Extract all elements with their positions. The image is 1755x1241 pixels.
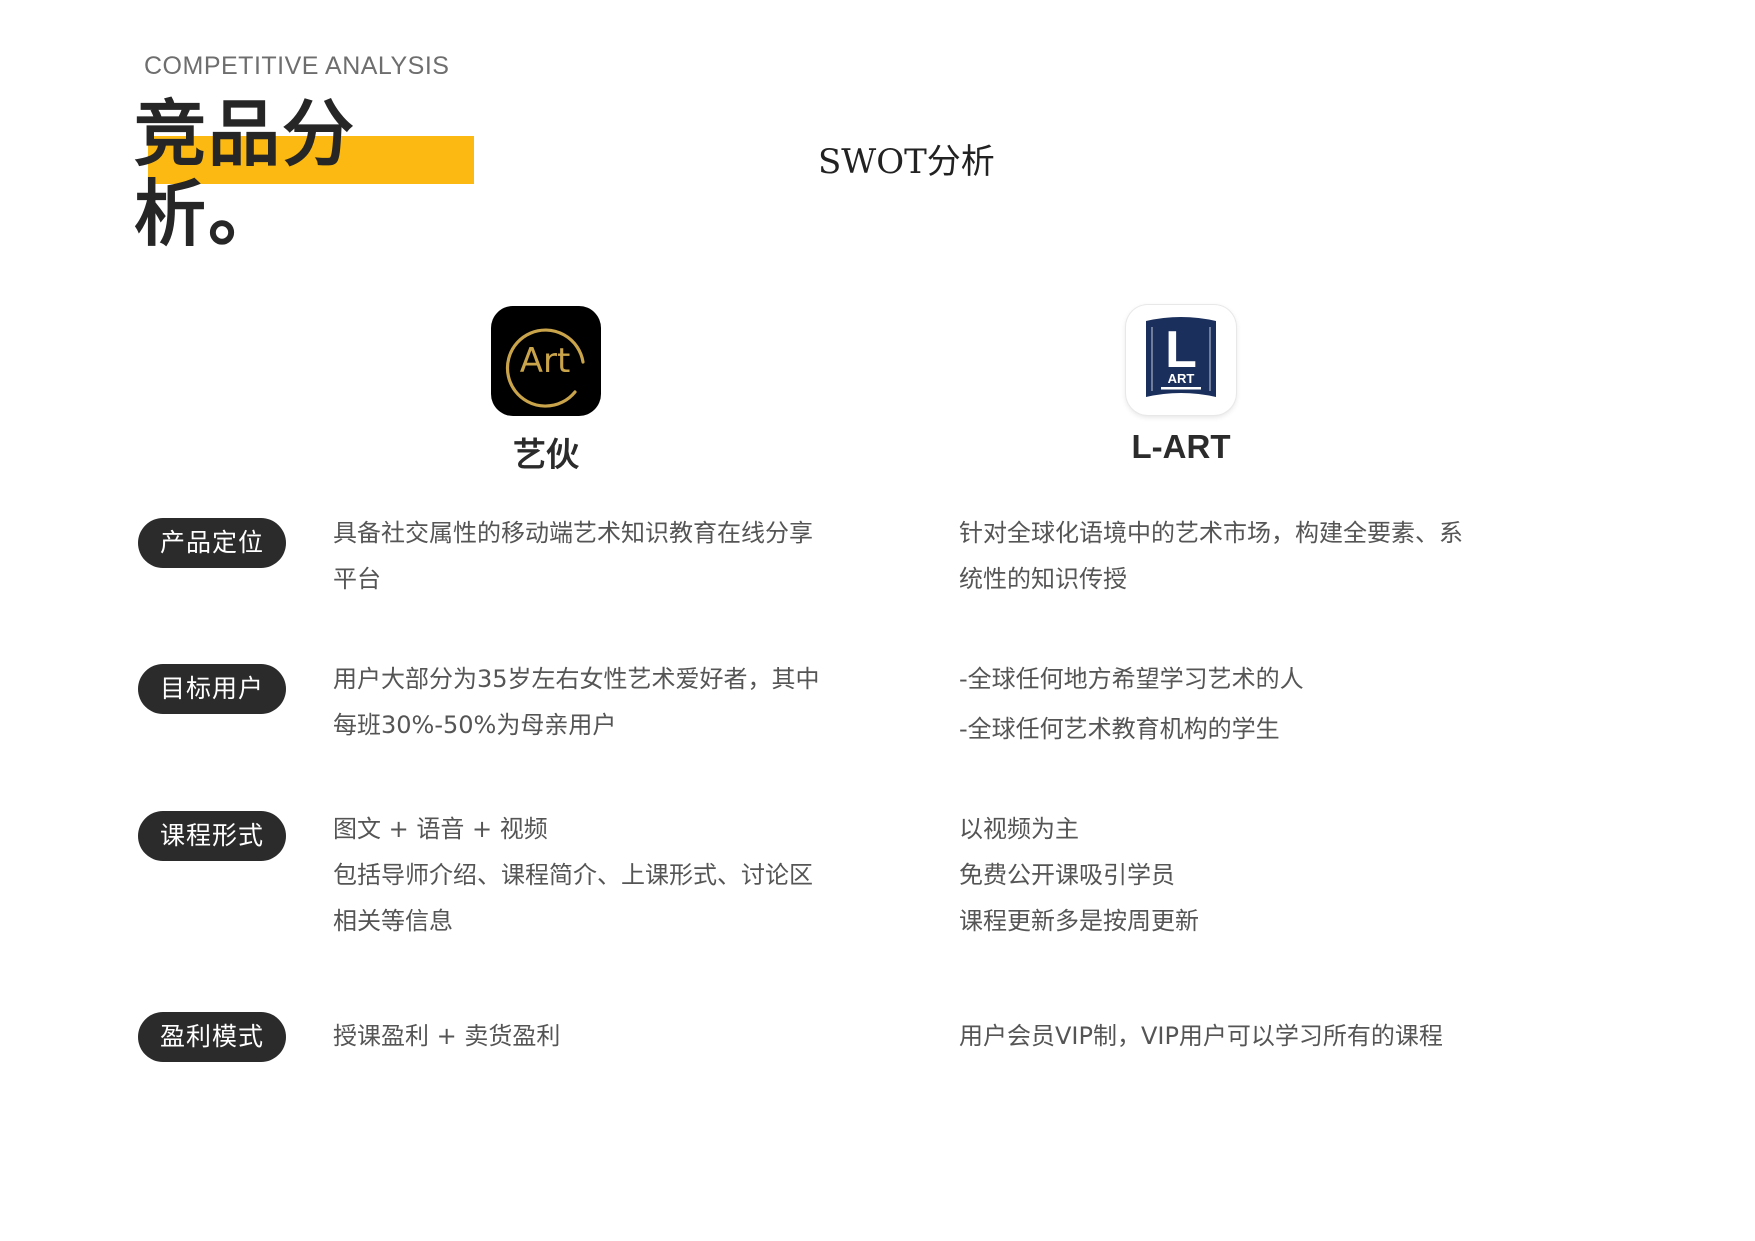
text-line: 每班30%-50%为母亲用户 (333, 711, 617, 739)
text-line: 针对全球化语境中的艺术市场，构建全要素、系 (959, 519, 1463, 547)
page-subtitle: SWOT分析 (818, 142, 995, 182)
row-label-course-format: 课程形式 (138, 811, 286, 861)
page-title-block: 竞品分析。 (134, 94, 494, 254)
text-line: -全球任何艺术教育机构的学生 (959, 715, 1280, 743)
row-label-positioning: 产品定位 (138, 518, 286, 568)
revenue-model-yihuo: 授课盈利 + 卖货盈利 (333, 1013, 873, 1059)
target-users-lart: -全球任何地方希望学习艺术的人 -全球任何艺术教育机构的学生 (959, 656, 1559, 752)
text-line: 免费公开课吸引学员 (959, 861, 1175, 889)
positioning-yihuo: 具备社交属性的移动端艺术知识教育在线分享 平台 (333, 510, 873, 602)
text-line: 以视频为主 (959, 815, 1079, 843)
positioning-lart: 针对全球化语境中的艺术市场，构建全要素、系 统性的知识传授 (959, 510, 1559, 602)
text-line: 包括导师介绍、课程简介、上课形式、讨论区 (333, 861, 813, 889)
lart-book-logo-icon: L ART (1126, 305, 1236, 415)
page-title: 竞品分析。 (134, 92, 357, 256)
app-name-yihuo: 艺伙 (513, 435, 579, 474)
text-line: 具备社交属性的移动端艺术知识教育在线分享 (333, 519, 813, 547)
text-line: 课程更新多是按周更新 (959, 907, 1199, 935)
course-format-lart: 以视频为主 免费公开课吸引学员 课程更新多是按周更新 (959, 806, 1559, 944)
app-name-lart: L-ART (1131, 428, 1231, 465)
target-users-yihuo: 用户大部分为35岁左右女性艺术爱好者，其中 每班30%-50%为母亲用户 (333, 656, 873, 748)
text-line: 授课盈利 + 卖货盈利 (333, 1022, 561, 1050)
text-line: 平台 (333, 565, 381, 593)
text-line: -全球任何地方希望学习艺术的人 (959, 665, 1304, 693)
svg-text:ART: ART (1168, 371, 1195, 386)
text-line: 图文 + 语音 + 视频 (333, 815, 548, 843)
text-line: 统性的知识传授 (959, 565, 1127, 593)
revenue-model-lart: 用户会员VIP制，VIP用户可以学习所有的课程 (959, 1013, 1559, 1059)
section-eyebrow: COMPETITIVE ANALYSIS (144, 52, 450, 80)
text-line: 用户会员VIP制，VIP用户可以学习所有的课程 (959, 1022, 1443, 1050)
art-logo-icon: Art (491, 306, 601, 416)
text-line: 相关等信息 (333, 907, 453, 935)
row-label-revenue-model: 盈利模式 (138, 1012, 286, 1062)
row-label-target-users: 目标用户 (138, 664, 286, 714)
svg-text:Art: Art (520, 341, 571, 381)
course-format-yihuo: 图文 + 语音 + 视频 包括导师介绍、课程简介、上课形式、讨论区 相关等信息 (333, 806, 873, 944)
text-line: 用户大部分为35岁左右女性艺术爱好者，其中 (333, 665, 820, 693)
